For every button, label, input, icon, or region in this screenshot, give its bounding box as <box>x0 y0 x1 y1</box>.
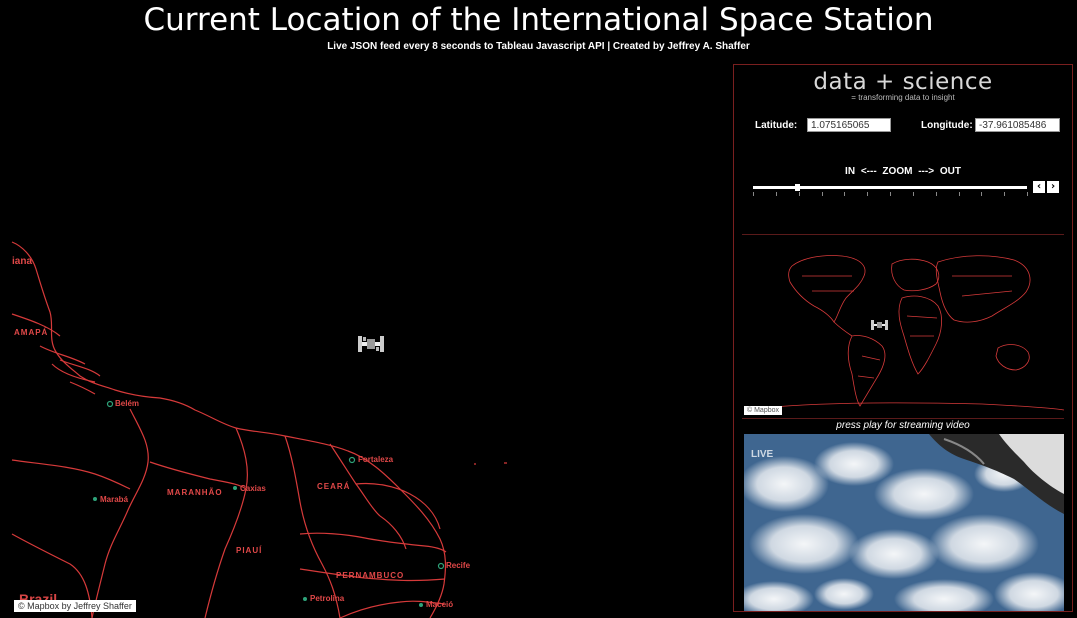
zoom-slider-thumb[interactable] <box>794 184 800 191</box>
city-label-belem: Belém <box>115 399 140 408</box>
region-label-maranhao: MARANHÃO <box>167 488 223 497</box>
latitude-label: Latitude: <box>755 120 798 131</box>
city-label-caxias: Caxias <box>240 484 266 493</box>
zoom-label: IN <--- ZOOM ---> OUT <box>845 166 961 177</box>
zoom-tick <box>821 192 823 196</box>
city-label-recife: Recife <box>446 561 471 570</box>
zoom-tick <box>890 192 891 196</box>
coastline <box>11 241 447 618</box>
state-border <box>355 482 441 530</box>
region-label-pernambuco: PERNAMBUCO <box>336 571 405 580</box>
estuary <box>39 345 101 395</box>
map-canvas[interactable] <box>0 64 730 618</box>
zoom-tick <box>981 192 983 196</box>
minimap-borders <box>802 275 1013 379</box>
live-badge: LIVE <box>751 449 774 460</box>
city-label-maraba: Marabá <box>100 495 129 504</box>
longitude-field[interactable]: -37.961085486 <box>975 118 1060 132</box>
minimap-europe <box>891 258 940 292</box>
data-science-logo: data + science <box>813 69 993 95</box>
minimap-south-america <box>847 335 886 407</box>
city-dot-maceio <box>419 603 423 607</box>
minimap-canvas[interactable] <box>742 236 1065 417</box>
panel-divider <box>742 234 1064 235</box>
longitude-label: Longitude: <box>921 120 973 131</box>
region-label-ceara: CEARÁ <box>317 482 351 491</box>
island <box>474 462 507 465</box>
city-label-maceio: Maceió <box>426 600 454 609</box>
city-label-fortaleza: Fortaleza <box>358 455 394 464</box>
page-title: Current Location of the International Sp… <box>143 2 934 38</box>
video-caption: press play for streaming video <box>836 420 970 431</box>
zoom-tick <box>912 192 914 196</box>
panel-divider <box>742 418 1064 419</box>
state-border <box>11 459 131 490</box>
minimap-australia <box>995 344 1030 371</box>
state-border <box>149 461 247 490</box>
minimap-africa <box>898 295 942 375</box>
video-frame[interactable] <box>744 434 1064 611</box>
zoom-slider-ticks <box>753 192 1028 198</box>
zoom-tick <box>867 192 869 196</box>
region-label-amapa: AMAPÁ <box>14 328 49 337</box>
zoom-tick <box>753 192 754 196</box>
map-borders <box>11 241 507 618</box>
city-dot-maraba <box>93 497 97 501</box>
logo-tagline: = transforming data to insight <box>851 93 955 102</box>
zoom-tick <box>798 192 800 196</box>
minimap-antarctica <box>761 402 1065 411</box>
zoom-tick <box>1004 192 1006 196</box>
streaming-video[interactable]: LIVE <box>744 434 1064 611</box>
zoom-tick <box>844 192 846 196</box>
region-label-piaui: PIAUÍ <box>236 546 263 555</box>
minimap-central-america <box>833 321 853 337</box>
zoom-prev-button[interactable]: ‹ <box>1033 181 1045 193</box>
state-border <box>91 408 149 618</box>
minimap-attribution[interactable]: © Mapbox <box>744 406 783 415</box>
map-attribution[interactable]: © Mapbox by Jeffrey Shaffer <box>14 600 136 612</box>
iss-icon <box>358 336 384 352</box>
zoom-tick <box>775 192 777 196</box>
minimap-asia <box>935 255 1031 323</box>
city-dot-petrolina <box>303 597 307 601</box>
state-border <box>284 435 341 618</box>
side-panel: data + science = transforming data to in… <box>733 64 1073 612</box>
world-minimap[interactable] <box>742 236 1065 417</box>
main-map[interactable]: iana AMAPÁ MARANHÃO CEARÁ PIAUÍ PERNAMBU… <box>0 64 730 618</box>
zoom-tick <box>935 192 937 196</box>
city-label-petrolina: Petrolina <box>310 594 345 603</box>
city-dot-belem <box>106 400 114 408</box>
minimap-iss-icon <box>871 320 888 330</box>
latitude-field[interactable]: 1.075165065 <box>807 118 891 132</box>
page-subtitle: Live JSON feed every 8 seconds to Tablea… <box>327 41 750 52</box>
region-label-iana: iana <box>12 256 33 267</box>
minimap-north-america <box>788 255 866 323</box>
zoom-tick <box>958 192 960 196</box>
city-dot-recife <box>437 562 445 570</box>
state-border <box>299 532 447 553</box>
city-dot-caxias <box>233 486 237 490</box>
state-border <box>204 427 248 618</box>
city-dot-fortaleza <box>348 456 356 464</box>
zoom-next-button[interactable]: › <box>1047 181 1059 193</box>
zoom-tick <box>1027 192 1028 196</box>
